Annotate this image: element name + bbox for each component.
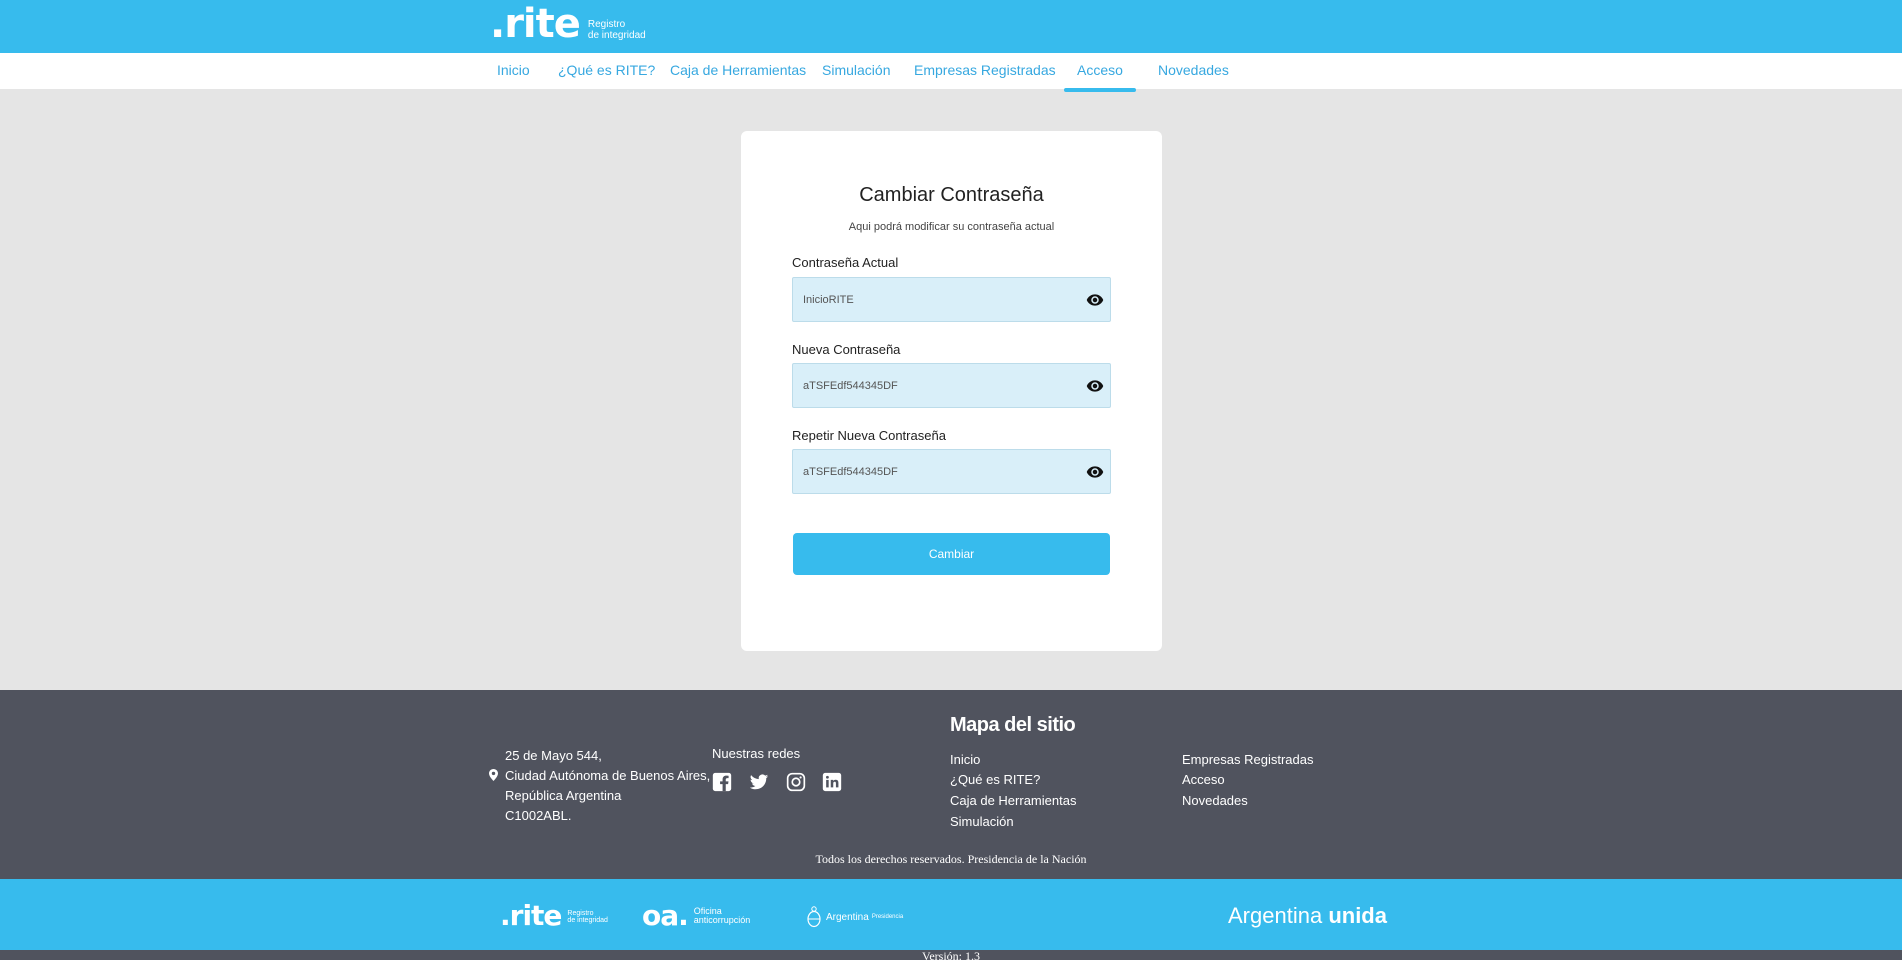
nav-item-simulacion[interactable]: Simulación [822, 62, 890, 78]
version-text: Versión: 1.3 [922, 950, 980, 960]
oa-logo-subtitle: Oficina anticorrupción [694, 907, 751, 925]
show-password-icon[interactable] [1086, 463, 1104, 481]
nav-item-empresas-registradas[interactable]: Empresas Registradas [914, 62, 1056, 78]
footer-address: 25 de Mayo 544, Ciudad Autónoma de Bueno… [505, 746, 710, 826]
repeat-password-label: Repetir Nueva Contraseña [792, 428, 946, 443]
rite-logo-subtitle: Registro de integridad [588, 19, 646, 41]
instagram-icon[interactable] [786, 772, 806, 792]
rite-logo-sub-line2: de integridad [587, 30, 646, 41]
oficina-anticorrupcion-logo[interactable]: oa. Oficina anticorrupción [642, 901, 750, 931]
show-password-icon[interactable] [1086, 291, 1104, 309]
presidencia-label: Presidencia [871, 914, 904, 920]
new-password-field [792, 363, 1111, 408]
twitter-icon[interactable] [749, 772, 769, 792]
brand-bar: .rite Registro de integridad oa. Oficina… [0, 879, 1902, 950]
rite-footer-logo[interactable]: .rite Registro de integridad [500, 901, 608, 931]
new-password-input[interactable] [803, 364, 1073, 407]
address-line: República Argentina [505, 788, 622, 803]
linkedin-icon[interactable] [822, 772, 842, 792]
argentina-presidencia-logo[interactable]: Argentina Presidencia [807, 906, 903, 928]
oa-logo-mark: oa. [642, 899, 689, 932]
main-nav: Inicio ¿Qué es RITE? Caja de Herramienta… [0, 53, 1902, 92]
page-title: Cambiar Contraseña [859, 184, 1044, 206]
sitemap-title: Mapa del sitio [950, 714, 1076, 736]
show-password-icon[interactable] [1086, 377, 1104, 395]
nav-item-novedades[interactable]: Novedades [1158, 62, 1229, 78]
page-subtitle: Aqui podrá modificar su contraseña actua… [848, 221, 1055, 233]
nav-item-inicio[interactable]: Inicio [497, 62, 530, 78]
address-line: Ciudad Autónoma de Buenos Aires, [505, 768, 711, 783]
new-password-label: Nueva Contraseña [792, 342, 901, 357]
sitemap-link-empresas-registradas[interactable]: Empresas Registradas [1182, 752, 1314, 767]
facebook-icon[interactable] [712, 772, 732, 792]
sitemap-link-caja-herramientas[interactable]: Caja de Herramientas [950, 793, 1076, 808]
sitemap-link-simulacion[interactable]: Simulación [950, 814, 1014, 829]
sitemap-link-novedades[interactable]: Novedades [1182, 793, 1248, 808]
oa-sub-line2: anticorrupción [693, 915, 751, 925]
rite-logo-sub-line1: Registro [587, 19, 626, 30]
copyright-text: Todos los derechos reservados. Presidenc… [815, 852, 1087, 866]
rite-footer-sub-line1: Registro [567, 910, 594, 917]
address-line: 25 de Mayo 544, [505, 748, 602, 763]
rite-footer-logo-mark: .rite [500, 899, 562, 932]
argentina-label: Argentina [826, 911, 869, 923]
change-password-card: Cambiar Contraseña Aqui podrá modificar … [741, 131, 1162, 651]
nav-item-que-es-rite[interactable]: ¿Qué es RITE? [558, 62, 655, 78]
nav-item-caja-herramientas[interactable]: Caja de Herramientas [670, 62, 806, 78]
rite-footer-sub-line2: de integridad [567, 917, 608, 924]
unida-part1: Argentina [1228, 903, 1323, 928]
argentina-unida-logo: Argentina unida [1228, 903, 1387, 929]
location-pin-icon [489, 769, 498, 781]
repeat-password-input[interactable] [803, 450, 1073, 493]
repeat-password-field [792, 449, 1111, 494]
current-password-field [792, 277, 1111, 322]
top-header: .rite Registro de integridad [0, 0, 1902, 53]
nav-item-acceso[interactable]: Acceso [1064, 62, 1136, 92]
sitemap-link-inicio[interactable]: Inicio [950, 752, 980, 767]
version-bar: Versión: 1.3 [0, 950, 1902, 960]
rite-footer-logo-subtitle: Registro de integridad [567, 910, 607, 924]
unida-part2: unida [1328, 903, 1387, 928]
current-password-label: Contraseña Actual [792, 255, 899, 270]
footer: 25 de Mayo 544, Ciudad Autónoma de Bueno… [0, 690, 1902, 879]
rite-logo[interactable]: .rite Registro de integridad [490, 2, 646, 46]
change-password-button[interactable]: Cambiar [793, 533, 1110, 575]
sitemap-link-que-es-rite[interactable]: ¿Qué es RITE? [950, 772, 1040, 787]
social-title: Nuestras redes [712, 746, 801, 761]
sitemap-link-acceso[interactable]: Acceso [1182, 772, 1225, 787]
address-line: C1002ABL. [505, 808, 572, 823]
rite-logo-mark: .rite [490, 1, 581, 47]
coat-of-arms-icon [807, 906, 821, 928]
current-password-input[interactable] [803, 278, 1073, 321]
